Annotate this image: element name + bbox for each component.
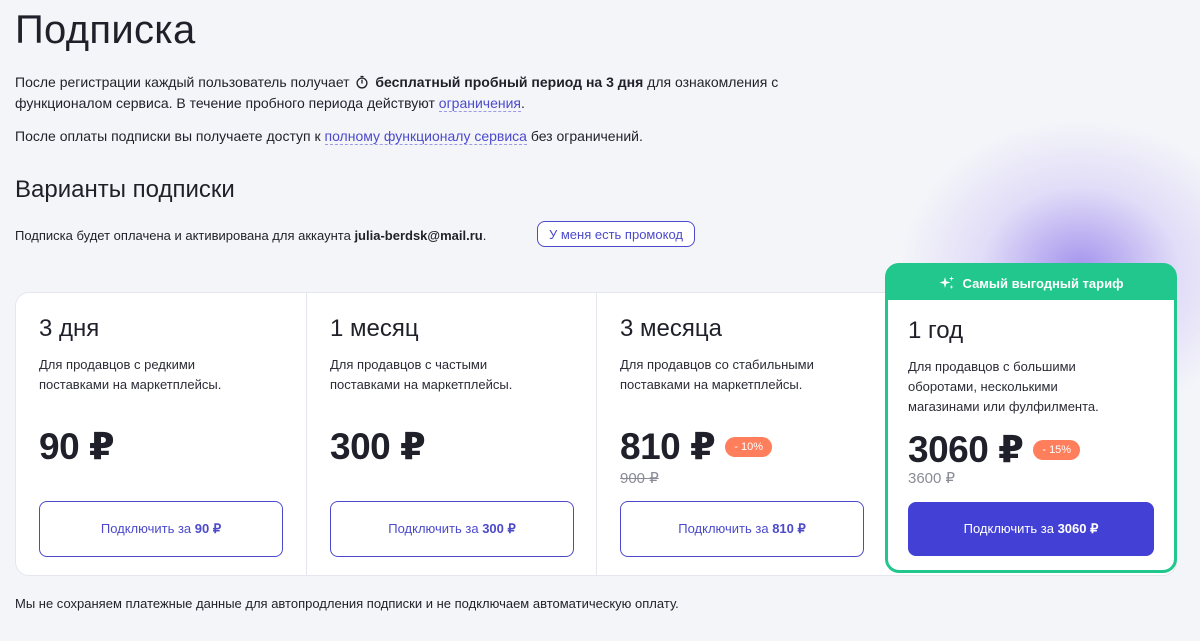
plan-card-1-year: Самый выгодный тариф 1 год Для продавцов… — [885, 263, 1177, 573]
timer-icon — [356, 75, 369, 89]
access-intro-text: После оплаты подписки вы получаете досту… — [15, 126, 643, 147]
plan-title: 1 год — [908, 317, 964, 344]
old-price: 3600 ₽ — [908, 470, 956, 487]
promo-code-button[interactable]: У меня есть промокод — [537, 221, 695, 247]
limits-link[interactable]: ограничения — [438, 95, 522, 112]
price-row: 3060 ₽ - 15% — [908, 428, 1081, 471]
discount-badge: - 10% — [725, 436, 773, 457]
connect-button-3-months[interactable]: Подключить за 810 ₽ — [620, 501, 864, 557]
account-line: Подписка будет оплачена и активирована д… — [15, 228, 486, 243]
plan-description: Для продавцов с частыми поставками на ма… — [330, 357, 513, 392]
price-row: 90 ₽ — [39, 425, 115, 468]
section-title: Варианты подписки — [15, 176, 235, 203]
old-price: 900 ₽ — [620, 470, 659, 487]
intro-period: . — [521, 95, 525, 111]
plan-price: 810 ₽ — [620, 426, 716, 467]
intro-text: После регистрации каждый пользователь по… — [15, 74, 350, 90]
plan-price: 300 ₽ — [330, 426, 426, 467]
connect-button-3-days[interactable]: Подключить за 90 ₽ — [39, 501, 283, 557]
plan-price: 3060 ₽ — [908, 429, 1024, 470]
badge-label: Самый выгодный тариф — [962, 275, 1124, 291]
trial-intro-text: После регистрации каждый пользователь по… — [15, 72, 815, 114]
plan-description: Для продавцов со стабильными поставками … — [620, 357, 814, 392]
plan-title: 3 дня — [39, 315, 100, 342]
plan-price: 90 ₽ — [39, 426, 115, 467]
price-row: 810 ₽ - 10% — [620, 425, 773, 468]
sparkle-icon — [939, 276, 954, 289]
full-functionality-link[interactable]: полному функционалу сервиса — [324, 128, 527, 145]
best-plan-badge: Самый выгодный тариф — [888, 266, 1174, 300]
plan-card-3-months: 3 месяца Для продавцов со стабильными по… — [596, 293, 887, 575]
price-row: 300 ₽ — [330, 425, 426, 468]
account-text: Подписка будет оплачена и активирована д… — [15, 228, 351, 243]
connect-button-1-month[interactable]: Подключить за 300 ₽ — [330, 501, 574, 557]
account-period: . — [482, 228, 487, 243]
plan-title: 3 месяца — [620, 315, 722, 342]
discount-badge: - 15% — [1033, 439, 1081, 460]
intro-text: После оплаты подписки вы получаете досту… — [15, 128, 321, 144]
account-email: julia-berdsk@mail.ru — [354, 228, 483, 243]
plan-description: Для продавцов с большими оборотами, неск… — [908, 359, 1099, 414]
plan-card-3-days: 3 дня Для продавцов с редкими поставками… — [16, 293, 306, 575]
page-title: Подписка — [15, 8, 196, 52]
plan-description: Для продавцов с редкими поставками на ма… — [39, 357, 222, 392]
plan-title: 1 месяц — [330, 315, 419, 342]
plan-card-1-month: 1 месяц Для продавцов с частыми поставка… — [306, 293, 597, 575]
intro-text: без ограничений. — [530, 128, 643, 144]
connect-button-1-year[interactable]: Подключить за 3060 ₽ — [908, 502, 1154, 556]
footer-note: Мы не сохраняем платежные данные для авт… — [15, 596, 679, 611]
trial-period-highlight: бесплатный пробный период на 3 дня — [375, 74, 644, 90]
